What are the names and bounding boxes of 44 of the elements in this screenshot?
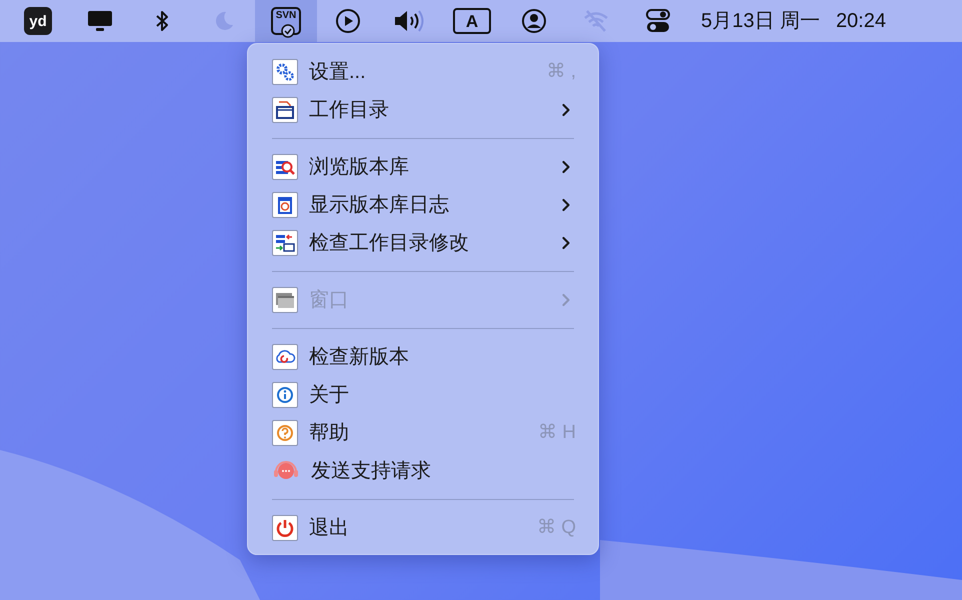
calendar-icon <box>272 192 298 218</box>
power-icon <box>272 515 298 541</box>
question-icon <box>272 420 298 446</box>
menu-item-label: 发送支持请求 <box>311 459 432 484</box>
menu-bar-time[interactable]: 20:24 <box>836 6 886 36</box>
menu-item[interactable]: 设置... ⌘ , <box>262 53 584 91</box>
menu-item[interactable]: 检查新版本 <box>262 338 584 376</box>
bluetooth-icon[interactable] <box>155 9 169 33</box>
menu-item[interactable]: 工作目录 <box>262 91 584 129</box>
menu-item-label: 退出 <box>309 516 350 541</box>
input-source-icon[interactable]: A <box>453 8 491 34</box>
menu-item-label: 检查新版本 <box>309 345 410 370</box>
menu-item-label: 窗口 <box>309 288 350 313</box>
menu-item-label: 关于 <box>309 383 350 408</box>
play-icon[interactable] <box>335 8 361 34</box>
menu-item[interactable]: 浏览版本库 <box>262 148 584 186</box>
menu-item-label: 设置... <box>309 60 367 85</box>
magnifier-icon <box>272 154 298 180</box>
menu-item-label: 工作目录 <box>309 98 390 123</box>
shortcut-label: ⌘ H <box>538 420 576 445</box>
folder-icon <box>272 97 298 123</box>
gears-icon <box>272 59 298 85</box>
svn-icon[interactable]: SVN <box>271 7 301 35</box>
menu-item-label: 浏览版本库 <box>309 155 410 180</box>
cloud-refresh-icon <box>272 344 298 370</box>
toggles-icon[interactable] <box>645 8 671 34</box>
compare-icon <box>272 230 298 256</box>
menu-item[interactable]: 显示版本库日志 <box>262 186 584 224</box>
app-logo[interactable]: yd <box>24 7 52 35</box>
menu-item[interactable]: 发送支持请求 <box>262 452 584 490</box>
menu-item[interactable]: 关于 <box>262 376 584 414</box>
shortcut-label: ⌘ Q <box>536 516 576 540</box>
menu-item[interactable]: 检查工作目录修改 <box>262 224 584 262</box>
display-icon[interactable] <box>86 9 114 33</box>
user-icon[interactable] <box>521 8 547 34</box>
windows-icon <box>272 287 298 313</box>
menu-item-label: 显示版本库日志 <box>309 193 450 218</box>
menu-bar-date[interactable]: 5月13日 周一 <box>701 6 820 36</box>
shortcut-label: ⌘ , <box>546 60 576 84</box>
info-icon <box>272 382 298 408</box>
menu-item[interactable]: 帮助 ⌘ H <box>262 414 584 452</box>
menu-item-label: 检查工作目录修改 <box>309 231 470 256</box>
menu-item-label: 帮助 <box>309 421 350 446</box>
menu-item[interactable]: 退出 ⌘ Q <box>262 509 584 547</box>
